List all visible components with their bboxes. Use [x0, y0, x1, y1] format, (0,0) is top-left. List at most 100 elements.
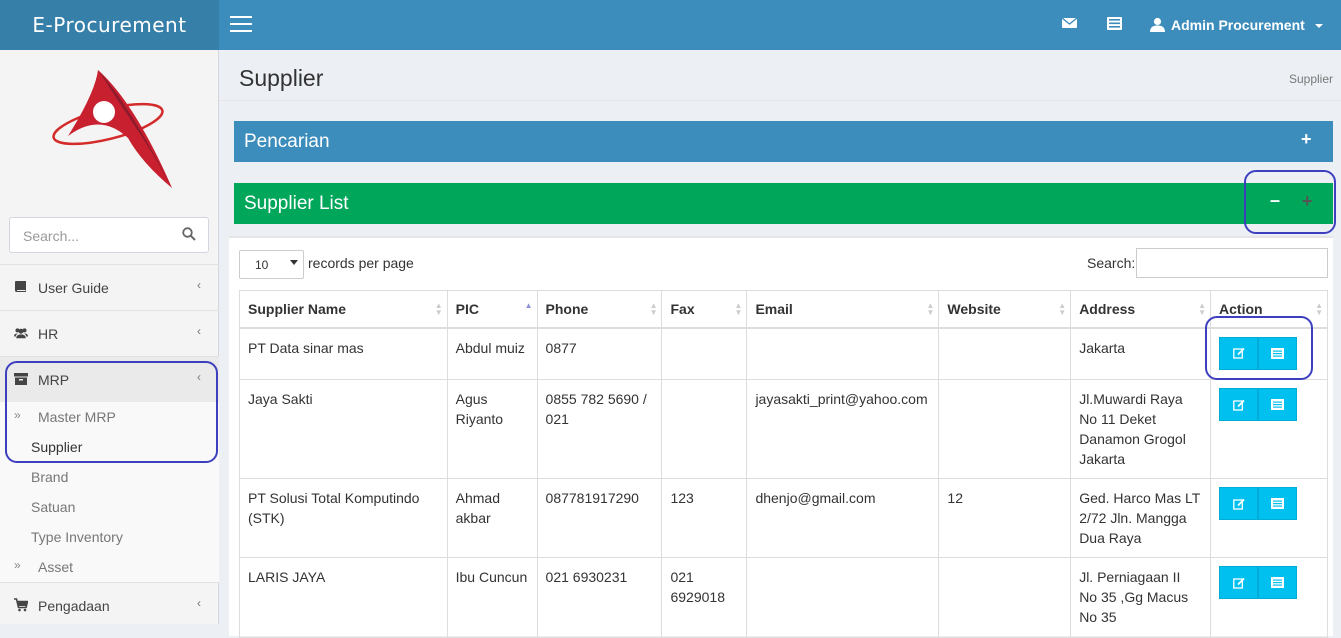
column-header-pic[interactable]: PIC ▲ — [446, 290, 538, 329]
column-header-supplier-name[interactable]: Supplier Name ▲ ▼ — [239, 290, 448, 329]
sidebar-subitem-label: Brand — [31, 469, 69, 485]
sort-icon: ▲ ▼ — [1315, 301, 1323, 317]
chevron-left-icon: ‹ — [197, 324, 201, 338]
supplier-table: Supplier Name ▲ ▼ PIC ▲ Phone ▲ ▼ Fax ▲ ▼ Email… — [239, 290, 1328, 638]
column-header-email[interactable]: Email ▲ ▼ — [746, 290, 940, 329]
cell-address: Jl. Perniagaan II No 35 ,Gg Macus No 35 — [1070, 557, 1212, 638]
page-size-value: 10 — [255, 258, 269, 272]
sidebar-item-label: Pengadaan — [38, 598, 110, 614]
list-alt-icon — [1271, 577, 1285, 588]
sort-icon: ▲ ▼ — [926, 301, 935, 317]
sidebar-subitem-brand[interactable]: Brand — [0, 462, 219, 492]
sort-icon: ▲ ▼ — [734, 301, 743, 317]
cell-supplier-name: LARIS JAYA — [239, 557, 448, 638]
sort-ascending-icon: ▲ — [524, 301, 533, 310]
cell-website: 12 — [938, 478, 1072, 558]
cell-pic: Ahmad akbar — [446, 478, 538, 558]
table-row: Jaya Sakti Agus Riyanto 0855 782 5690 / … — [239, 379, 1328, 479]
cell-phone: 021 6930231 — [536, 557, 663, 638]
search-placeholder: Search... — [23, 228, 80, 244]
sidebar-item-label: User Guide — [38, 280, 109, 296]
edit-button[interactable] — [1219, 388, 1259, 421]
annotation-ring — [5, 361, 218, 463]
main-content: Supplier Supplier Pencarian + Supplier L… — [219, 50, 1341, 638]
cell-supplier-name: PT Data sinar mas — [239, 327, 448, 380]
column-header-label: PIC — [455, 300, 479, 317]
user-icon — [1150, 17, 1165, 32]
user-menu[interactable]: Admin Procurement — [1150, 0, 1323, 50]
column-header-website[interactable]: Website ▲ ▼ — [938, 290, 1072, 329]
chevron-left-icon: ‹ — [197, 278, 201, 292]
book-icon — [15, 281, 26, 292]
cell-address: Ged. Harco Mas LT 2/72 Jln. Mangga Dua R… — [1070, 478, 1212, 558]
action-buttons — [1219, 566, 1319, 599]
expand-plus-icon[interactable]: + — [1301, 129, 1312, 150]
detail-button[interactable] — [1258, 566, 1298, 599]
action-buttons — [1219, 487, 1319, 520]
cell-supplier-name: PT Solusi Total Komputindo (STK) — [239, 478, 448, 558]
search-label: Search: — [1087, 255, 1136, 271]
cell-supplier-name: Jaya Sakti — [239, 379, 448, 479]
envelope-icon[interactable] — [1061, 17, 1078, 32]
list-alt-icon — [1271, 399, 1285, 410]
cell-action — [1210, 557, 1328, 638]
list-alt-icon[interactable] — [1107, 17, 1122, 33]
cell-pic: Agus Riyanto — [446, 379, 538, 479]
cell-phone: 0877 — [536, 327, 663, 380]
search-icon[interactable] — [182, 227, 196, 241]
cell-action — [1210, 379, 1328, 479]
cell-fax: 021 6929018 — [661, 557, 748, 638]
cell-email: dhenjo@gmail.com — [746, 478, 940, 558]
cell-pic: Abdul muiz — [446, 327, 538, 380]
cell-email — [746, 557, 940, 638]
sidebar-toggle-icon[interactable] — [230, 16, 252, 34]
cell-phone: 087781917290 — [536, 478, 663, 558]
cell-website — [938, 379, 1072, 479]
edit-button[interactable] — [1219, 566, 1259, 599]
annotation-ring — [1244, 170, 1336, 234]
edit-icon — [1232, 498, 1245, 510]
supplier-list-panel-header: Supplier List – + — [234, 183, 1333, 224]
sidebar-search-input[interactable]: Search... — [9, 217, 209, 253]
breadcrumb[interactable]: Supplier — [1289, 72, 1333, 86]
edit-button[interactable] — [1219, 487, 1259, 520]
annotation-ring — [1205, 316, 1313, 380]
cell-website — [938, 557, 1072, 638]
list-alt-icon — [1271, 498, 1285, 509]
sidebar-item-pengadaan[interactable]: Pengadaan ‹ — [0, 582, 219, 628]
sort-icon: ▲ ▼ — [1198, 301, 1207, 317]
caret-down-icon — [1314, 24, 1323, 28]
sidebar-subitem-label: Asset — [38, 559, 74, 575]
panel-title: Supplier List — [244, 193, 349, 214]
cell-fax: 123 — [661, 478, 748, 558]
column-header-phone[interactable]: Phone ▲ ▼ — [536, 290, 663, 329]
sidebar-item-label: HR — [38, 326, 59, 342]
cell-pic: Ibu Cuncun — [446, 557, 538, 638]
column-header-address[interactable]: Address ▲ ▼ — [1070, 290, 1212, 329]
app-brand[interactable]: E-Procurement — [0, 0, 219, 50]
sidebar-subitem-asset[interactable]: » Asset — [0, 552, 219, 582]
detail-button[interactable] — [1258, 388, 1298, 421]
cell-email — [746, 327, 940, 380]
sidebar-subitem-satuan[interactable]: Satuan — [0, 492, 219, 522]
column-header-label: Action — [1219, 300, 1263, 317]
detail-button[interactable] — [1258, 487, 1298, 520]
double-angle-icon: » — [14, 558, 21, 572]
chevron-left-icon: ‹ — [197, 596, 201, 610]
search-panel-header[interactable]: Pencarian + — [234, 121, 1333, 162]
sort-icon: ▲ ▼ — [649, 301, 658, 317]
column-header-label: Supplier Name — [248, 300, 347, 317]
sidebar-item-user-guide[interactable]: User Guide ‹ — [0, 264, 219, 310]
sidebar-subitem-label: Satuan — [31, 499, 76, 515]
page-title: Supplier — [239, 65, 324, 91]
table-search-input[interactable] — [1136, 248, 1328, 278]
cell-email: jayasakti_print@yahoo.com — [746, 379, 940, 479]
divider — [219, 100, 1341, 101]
sidebar-subitem-type-inventory[interactable]: Type Inventory — [0, 522, 219, 552]
column-header-fax[interactable]: Fax ▲ ▼ — [661, 290, 748, 329]
column-header-label: Address — [1079, 300, 1136, 317]
action-buttons — [1219, 388, 1319, 421]
sidebar-item-hr[interactable]: HR ‹ — [0, 310, 219, 356]
page-size-select[interactable]: 10 — [239, 250, 304, 279]
table-row: PT Solusi Total Komputindo (STK) Ahmad a… — [239, 478, 1328, 558]
